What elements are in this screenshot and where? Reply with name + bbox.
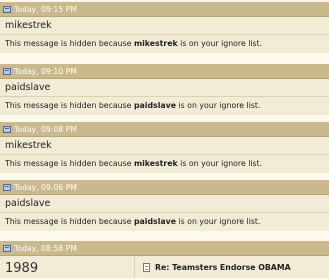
post-date: Today, 09:10 PM bbox=[14, 66, 77, 76]
ignore-notice: This message is hidden because mikestrek… bbox=[0, 155, 329, 173]
post-ignored: Today, 09:06 PM paidslave This message i… bbox=[0, 180, 329, 231]
ignore-notice-prefix: This message is hidden because bbox=[5, 101, 134, 110]
post-username[interactable]: 1989 bbox=[0, 256, 135, 278]
post-ignored: Today, 09:08 PM mikestrek This message i… bbox=[0, 122, 329, 173]
ignore-notice-prefix: This message is hidden because bbox=[5, 39, 134, 48]
post-date: Today, 09:08 PM bbox=[14, 124, 77, 134]
ignored-username[interactable]: paidslave bbox=[134, 217, 176, 226]
ignored-username[interactable]: mikestrek bbox=[134, 159, 178, 168]
post-header: Today, 09:08 PM bbox=[0, 122, 329, 137]
ignore-notice-prefix: This message is hidden because bbox=[5, 217, 134, 226]
ignore-notice-suffix: is on your ignore list. bbox=[177, 39, 263, 48]
post-header: Today, 09:15 PM bbox=[0, 2, 329, 17]
ignore-notice-suffix: is on your ignore list. bbox=[177, 159, 263, 168]
post-icon bbox=[3, 244, 11, 252]
post: Today, 08:58 PM 1989 Re: Teamsters Endor… bbox=[0, 241, 329, 278]
post-header: Today, 09:10 PM bbox=[0, 64, 329, 79]
post-title: Re: Teamsters Endorse OBAMA bbox=[135, 256, 291, 278]
post-icon bbox=[3, 67, 11, 75]
document-icon bbox=[143, 262, 150, 272]
post-username[interactable]: mikestrek bbox=[0, 137, 329, 155]
post-username[interactable]: paidslave bbox=[0, 79, 329, 97]
post-ignored: Today, 09:10 PM paidslave This message i… bbox=[0, 64, 329, 115]
ignore-notice-suffix: is on your ignore list. bbox=[176, 101, 261, 110]
ignore-notice: This message is hidden because mikestrek… bbox=[0, 35, 329, 53]
post-username[interactable]: paidslave bbox=[0, 195, 329, 213]
ignore-notice-suffix: is on your ignore list. bbox=[176, 217, 261, 226]
post-date: Today, 09:06 PM bbox=[14, 182, 77, 192]
ignore-notice-prefix: This message is hidden because bbox=[5, 159, 134, 168]
post-icon bbox=[3, 125, 11, 133]
ignored-username[interactable]: paidslave bbox=[134, 101, 176, 110]
post-username[interactable]: mikestrek bbox=[0, 17, 329, 35]
post-body: 1989 Re: Teamsters Endorse OBAMA bbox=[0, 256, 329, 278]
post-title-text: Re: Teamsters Endorse OBAMA bbox=[155, 262, 291, 272]
ignored-username[interactable]: mikestrek bbox=[134, 39, 178, 48]
post-date: Today, 08:58 PM bbox=[14, 243, 77, 253]
post-icon bbox=[3, 5, 11, 13]
ignore-notice: This message is hidden because paidslave… bbox=[0, 97, 329, 115]
post-header: Today, 08:58 PM bbox=[0, 241, 329, 256]
post-date: Today, 09:15 PM bbox=[14, 4, 77, 14]
post-icon bbox=[3, 183, 11, 191]
post-header: Today, 09:06 PM bbox=[0, 180, 329, 195]
post-ignored: Today, 09:15 PM mikestrek This message i… bbox=[0, 2, 329, 53]
ignore-notice: This message is hidden because paidslave… bbox=[0, 213, 329, 231]
thread-view: Today, 09:15 PM mikestrek This message i… bbox=[0, 0, 329, 280]
